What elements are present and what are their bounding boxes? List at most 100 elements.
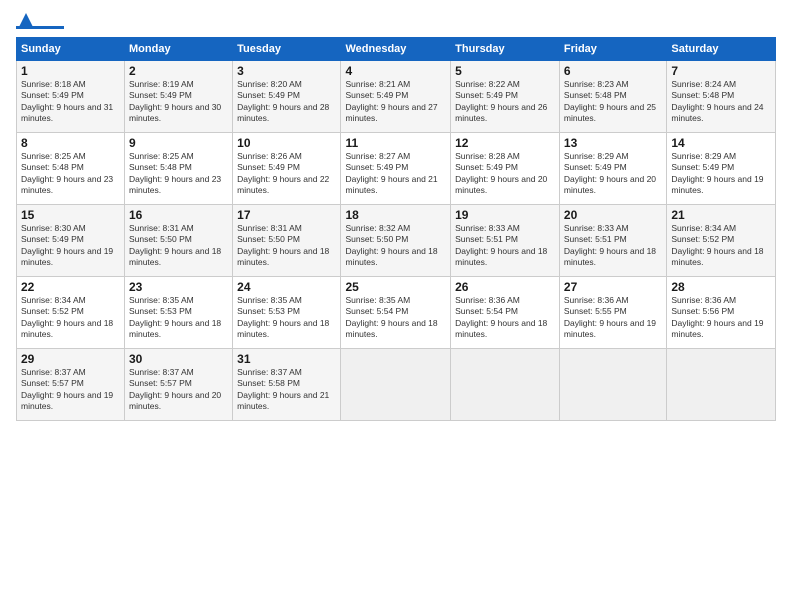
calendar-cell: 19 Sunrise: 8:33 AMSunset: 5:51 PMDaylig… xyxy=(451,205,560,277)
day-number: 3 xyxy=(237,64,336,78)
day-detail: Sunrise: 8:37 AMSunset: 5:57 PMDaylight:… xyxy=(21,367,120,413)
calendar-cell xyxy=(667,349,776,421)
day-number: 1 xyxy=(21,64,120,78)
day-number: 2 xyxy=(129,64,228,78)
calendar-cell: 25 Sunrise: 8:35 AMSunset: 5:54 PMDaylig… xyxy=(341,277,451,349)
calendar-cell: 5 Sunrise: 8:22 AMSunset: 5:49 PMDayligh… xyxy=(451,61,560,133)
page-container: SundayMondayTuesdayWednesdayThursdayFrid… xyxy=(0,0,792,429)
day-number: 17 xyxy=(237,208,336,222)
week-row-2: 8 Sunrise: 8:25 AMSunset: 5:48 PMDayligh… xyxy=(17,133,776,205)
calendar-cell: 9 Sunrise: 8:25 AMSunset: 5:48 PMDayligh… xyxy=(125,133,233,205)
calendar-cell: 6 Sunrise: 8:23 AMSunset: 5:48 PMDayligh… xyxy=(559,61,666,133)
day-detail: Sunrise: 8:32 AMSunset: 5:50 PMDaylight:… xyxy=(345,223,446,269)
header xyxy=(16,12,776,29)
day-detail: Sunrise: 8:35 AMSunset: 5:53 PMDaylight:… xyxy=(237,295,336,341)
day-detail: Sunrise: 8:21 AMSunset: 5:49 PMDaylight:… xyxy=(345,79,446,125)
day-number: 4 xyxy=(345,64,446,78)
day-detail: Sunrise: 8:36 AMSunset: 5:54 PMDaylight:… xyxy=(455,295,555,341)
day-detail: Sunrise: 8:37 AMSunset: 5:57 PMDaylight:… xyxy=(129,367,228,413)
col-header-tuesday: Tuesday xyxy=(233,38,341,61)
day-detail: Sunrise: 8:18 AMSunset: 5:49 PMDaylight:… xyxy=(21,79,120,125)
col-header-monday: Monday xyxy=(125,38,233,61)
week-row-3: 15 Sunrise: 8:30 AMSunset: 5:49 PMDaylig… xyxy=(17,205,776,277)
day-detail: Sunrise: 8:23 AMSunset: 5:48 PMDaylight:… xyxy=(564,79,662,125)
day-number: 20 xyxy=(564,208,662,222)
logo xyxy=(16,12,66,29)
logo-line xyxy=(16,26,64,29)
calendar-cell: 16 Sunrise: 8:31 AMSunset: 5:50 PMDaylig… xyxy=(125,205,233,277)
day-number: 12 xyxy=(455,136,555,150)
day-number: 7 xyxy=(671,64,771,78)
day-number: 31 xyxy=(237,352,336,366)
day-detail: Sunrise: 8:33 AMSunset: 5:51 PMDaylight:… xyxy=(564,223,662,269)
col-header-thursday: Thursday xyxy=(451,38,560,61)
day-number: 21 xyxy=(671,208,771,222)
day-number: 19 xyxy=(455,208,555,222)
day-number: 9 xyxy=(129,136,228,150)
day-detail: Sunrise: 8:19 AMSunset: 5:49 PMDaylight:… xyxy=(129,79,228,125)
day-detail: Sunrise: 8:33 AMSunset: 5:51 PMDaylight:… xyxy=(455,223,555,269)
calendar-cell: 31 Sunrise: 8:37 AMSunset: 5:58 PMDaylig… xyxy=(233,349,341,421)
day-number: 26 xyxy=(455,280,555,294)
day-number: 28 xyxy=(671,280,771,294)
day-detail: Sunrise: 8:31 AMSunset: 5:50 PMDaylight:… xyxy=(237,223,336,269)
calendar-cell: 14 Sunrise: 8:29 AMSunset: 5:49 PMDaylig… xyxy=(667,133,776,205)
calendar-cell xyxy=(451,349,560,421)
calendar-table: SundayMondayTuesdayWednesdayThursdayFrid… xyxy=(16,37,776,421)
day-number: 16 xyxy=(129,208,228,222)
day-detail: Sunrise: 8:35 AMSunset: 5:54 PMDaylight:… xyxy=(345,295,446,341)
calendar-cell: 22 Sunrise: 8:34 AMSunset: 5:52 PMDaylig… xyxy=(17,277,125,349)
day-number: 11 xyxy=(345,136,446,150)
day-detail: Sunrise: 8:35 AMSunset: 5:53 PMDaylight:… xyxy=(129,295,228,341)
week-row-5: 29 Sunrise: 8:37 AMSunset: 5:57 PMDaylig… xyxy=(17,349,776,421)
day-number: 18 xyxy=(345,208,446,222)
calendar-cell: 11 Sunrise: 8:27 AMSunset: 5:49 PMDaylig… xyxy=(341,133,451,205)
col-header-friday: Friday xyxy=(559,38,666,61)
day-number: 25 xyxy=(345,280,446,294)
day-detail: Sunrise: 8:36 AMSunset: 5:56 PMDaylight:… xyxy=(671,295,771,341)
calendar-cell: 10 Sunrise: 8:26 AMSunset: 5:49 PMDaylig… xyxy=(233,133,341,205)
week-row-1: 1 Sunrise: 8:18 AMSunset: 5:49 PMDayligh… xyxy=(17,61,776,133)
calendar-cell: 18 Sunrise: 8:32 AMSunset: 5:50 PMDaylig… xyxy=(341,205,451,277)
day-number: 23 xyxy=(129,280,228,294)
calendar-cell: 1 Sunrise: 8:18 AMSunset: 5:49 PMDayligh… xyxy=(17,61,125,133)
calendar-cell: 15 Sunrise: 8:30 AMSunset: 5:49 PMDaylig… xyxy=(17,205,125,277)
day-detail: Sunrise: 8:29 AMSunset: 5:49 PMDaylight:… xyxy=(564,151,662,197)
day-number: 13 xyxy=(564,136,662,150)
day-detail: Sunrise: 8:22 AMSunset: 5:49 PMDaylight:… xyxy=(455,79,555,125)
calendar-cell: 12 Sunrise: 8:28 AMSunset: 5:49 PMDaylig… xyxy=(451,133,560,205)
col-header-wednesday: Wednesday xyxy=(341,38,451,61)
week-row-4: 22 Sunrise: 8:34 AMSunset: 5:52 PMDaylig… xyxy=(17,277,776,349)
calendar-cell: 20 Sunrise: 8:33 AMSunset: 5:51 PMDaylig… xyxy=(559,205,666,277)
day-number: 29 xyxy=(21,352,120,366)
day-number: 8 xyxy=(21,136,120,150)
calendar-cell: 8 Sunrise: 8:25 AMSunset: 5:48 PMDayligh… xyxy=(17,133,125,205)
day-detail: Sunrise: 8:36 AMSunset: 5:55 PMDaylight:… xyxy=(564,295,662,341)
day-detail: Sunrise: 8:26 AMSunset: 5:49 PMDaylight:… xyxy=(237,151,336,197)
calendar-cell: 27 Sunrise: 8:36 AMSunset: 5:55 PMDaylig… xyxy=(559,277,666,349)
col-header-saturday: Saturday xyxy=(667,38,776,61)
calendar-cell: 7 Sunrise: 8:24 AMSunset: 5:48 PMDayligh… xyxy=(667,61,776,133)
day-detail: Sunrise: 8:29 AMSunset: 5:49 PMDaylight:… xyxy=(671,151,771,197)
calendar-cell: 21 Sunrise: 8:34 AMSunset: 5:52 PMDaylig… xyxy=(667,205,776,277)
day-number: 5 xyxy=(455,64,555,78)
calendar-cell: 23 Sunrise: 8:35 AMSunset: 5:53 PMDaylig… xyxy=(125,277,233,349)
calendar-cell xyxy=(341,349,451,421)
day-number: 27 xyxy=(564,280,662,294)
day-number: 15 xyxy=(21,208,120,222)
day-detail: Sunrise: 8:37 AMSunset: 5:58 PMDaylight:… xyxy=(237,367,336,413)
day-detail: Sunrise: 8:25 AMSunset: 5:48 PMDaylight:… xyxy=(129,151,228,197)
calendar-cell: 29 Sunrise: 8:37 AMSunset: 5:57 PMDaylig… xyxy=(17,349,125,421)
calendar-cell: 13 Sunrise: 8:29 AMSunset: 5:49 PMDaylig… xyxy=(559,133,666,205)
day-number: 10 xyxy=(237,136,336,150)
day-detail: Sunrise: 8:31 AMSunset: 5:50 PMDaylight:… xyxy=(129,223,228,269)
calendar-cell: 2 Sunrise: 8:19 AMSunset: 5:49 PMDayligh… xyxy=(125,61,233,133)
day-number: 30 xyxy=(129,352,228,366)
day-number: 24 xyxy=(237,280,336,294)
day-detail: Sunrise: 8:25 AMSunset: 5:48 PMDaylight:… xyxy=(21,151,120,197)
day-detail: Sunrise: 8:28 AMSunset: 5:49 PMDaylight:… xyxy=(455,151,555,197)
day-detail: Sunrise: 8:27 AMSunset: 5:49 PMDaylight:… xyxy=(345,151,446,197)
day-detail: Sunrise: 8:24 AMSunset: 5:48 PMDaylight:… xyxy=(671,79,771,125)
calendar-cell: 24 Sunrise: 8:35 AMSunset: 5:53 PMDaylig… xyxy=(233,277,341,349)
day-detail: Sunrise: 8:30 AMSunset: 5:49 PMDaylight:… xyxy=(21,223,120,269)
